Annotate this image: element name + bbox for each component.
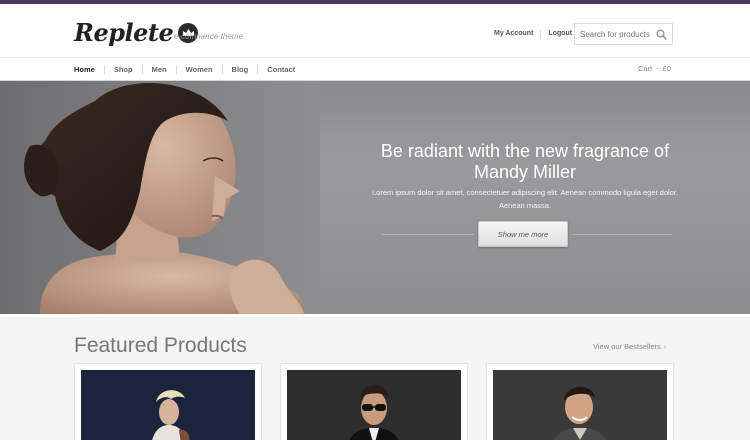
main-nav: Home Shop Men Women Blog Contact Cart - £0: [0, 58, 750, 81]
hero-divider-left: [382, 234, 474, 235]
account-links: My Account Logout: [494, 30, 572, 39]
logo-text: Replete: [74, 18, 174, 47]
cart-separator: -: [656, 64, 659, 73]
nav-separator: [95, 65, 114, 74]
chevron-right-icon: ›: [663, 344, 667, 351]
featured-products-section: Featured Products View our Bestsellers ›: [0, 314, 750, 440]
product-image[interactable]: [81, 370, 255, 440]
product-image[interactable]: [287, 370, 461, 440]
featured-products-title: Featured Products: [74, 334, 247, 357]
search-icon[interactable]: [656, 29, 667, 40]
view-bestsellers-label: View our Bestsellers: [593, 342, 661, 351]
product-image[interactable]: [493, 370, 667, 440]
nav-item-home[interactable]: Home: [74, 65, 95, 74]
hero-model-image: [0, 81, 320, 314]
nav-separator: [213, 65, 232, 74]
hero-divider-right: [572, 234, 672, 235]
nav-separator: [248, 65, 267, 74]
cart-label: Cart: [637, 64, 653, 73]
search-input[interactable]: [575, 24, 651, 45]
cart-link[interactable]: Cart - £0: [638, 64, 671, 73]
logout-link[interactable]: Logout: [548, 30, 572, 39]
product-card[interactable]: [486, 363, 674, 440]
link-divider: [540, 30, 542, 39]
nav-item-women[interactable]: Women: [186, 65, 213, 74]
product-card[interactable]: [74, 363, 262, 440]
nav-list: Home Shop Men Women Blog Contact: [74, 65, 295, 74]
hero-text: Lorem ipsum dolor sit amet, consectetuer…: [372, 188, 679, 210]
hero-title: Be radiant with the new fragrance of Man…: [380, 141, 670, 182]
nav-item-contact[interactable]: Contact: [267, 65, 295, 74]
nav-separator: [133, 65, 152, 74]
view-bestsellers-link[interactable]: View our Bestsellers ›: [593, 342, 666, 351]
tagline: e-commerce theme: [174, 32, 243, 41]
nav-item-men[interactable]: Men: [152, 65, 167, 74]
site-header: Replete e-commerce theme My Account Logo…: [0, 4, 750, 58]
nav-item-shop[interactable]: Shop: [114, 65, 133, 74]
cart-total: £0: [662, 64, 671, 73]
my-account-link[interactable]: My Account: [494, 30, 533, 39]
nav-item-blog[interactable]: Blog: [232, 65, 249, 74]
search-box: [574, 23, 673, 45]
show-me-more-button[interactable]: Show me more: [478, 221, 568, 247]
hero-banner: Be radiant with the new fragrance of Man…: [0, 81, 750, 314]
product-card[interactable]: [280, 363, 468, 440]
nav-separator: [167, 65, 186, 74]
